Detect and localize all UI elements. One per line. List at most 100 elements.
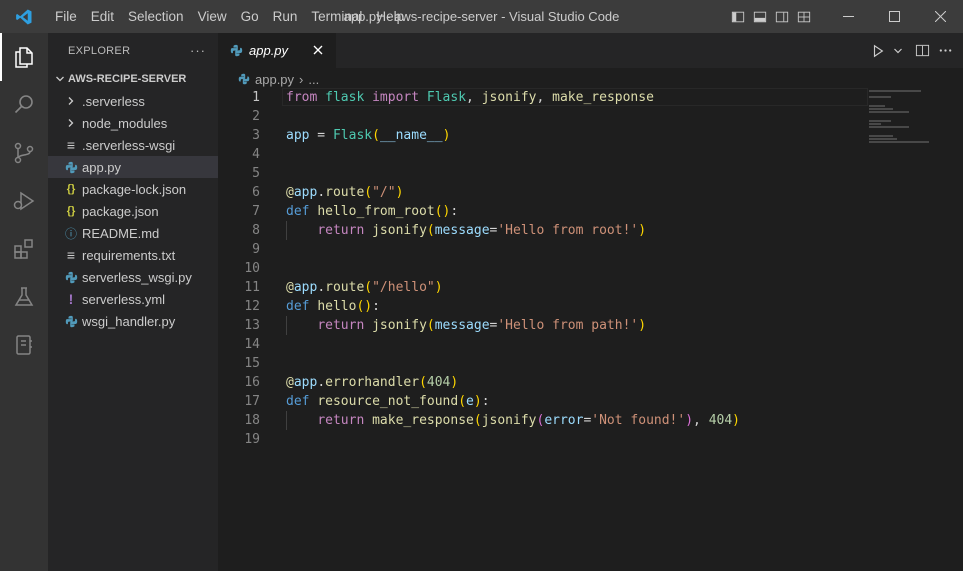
python-icon xyxy=(230,44,243,57)
line-number: 7 xyxy=(252,204,260,219)
file-tree-item[interactable]: ! serverless.yml xyxy=(48,288,218,310)
file-tree-item[interactable]: .serverless xyxy=(48,90,218,112)
file-tree: .serverless node_modules ≡ .serverless-wsgi… xyxy=(48,90,218,332)
file-tree-item[interactable]: ≡ requirements.txt xyxy=(48,244,218,266)
toggle-sidebar-icon[interactable] xyxy=(727,0,749,33)
chevron-down-icon xyxy=(52,74,68,84)
run-dropdown-chevron-icon[interactable] xyxy=(893,46,903,56)
line-number: 11 xyxy=(244,280,260,295)
file-tree-item-label: wsgi_handler.py xyxy=(82,313,176,329)
line-number: 9 xyxy=(252,242,260,257)
line-number: 2 xyxy=(252,109,260,124)
minimap[interactable] xyxy=(869,90,933,170)
code-line: from flask import Flask, jsonify, make_r… xyxy=(286,90,654,105)
code-line: def hello(): xyxy=(286,299,380,314)
menu-terminal[interactable]: Terminal xyxy=(304,0,369,33)
line-number: 3 xyxy=(252,128,260,143)
menu-selection[interactable]: Selection xyxy=(121,0,191,33)
customize-layout-icon[interactable] xyxy=(793,0,815,33)
json-icon: {} xyxy=(66,183,76,195)
file-tree-item-label: requirements.txt xyxy=(82,247,176,263)
line-number: 17 xyxy=(244,394,260,409)
menu-help[interactable]: Help xyxy=(369,0,411,33)
split-editor-icon[interactable] xyxy=(915,43,930,58)
close-tab-icon[interactable] xyxy=(310,42,326,63)
remote-explorer-icon[interactable] xyxy=(0,321,48,369)
file-tree-item[interactable]: {} package.json xyxy=(48,200,218,222)
workspace-section-header[interactable]: AWS-RECIPE-SERVER xyxy=(48,68,218,90)
line-number: 15 xyxy=(244,356,260,371)
code-line: return jsonify(message='Hello from root!… xyxy=(317,223,647,238)
file-tree-item-label: README.md xyxy=(82,225,160,241)
more-actions-icon[interactable]: ··· xyxy=(190,43,206,58)
line-number: 4 xyxy=(252,147,260,162)
file-tree-item-label: package.json xyxy=(82,203,159,219)
code-line: return make_response(jsonify(error='Not … xyxy=(317,413,740,428)
json-icon: {} xyxy=(66,205,76,217)
exclamation-icon: ! xyxy=(68,291,74,307)
testing-flask-icon[interactable] xyxy=(0,273,48,321)
code-line: def resource_not_found(e): xyxy=(286,394,490,409)
lines-icon: ≡ xyxy=(66,247,76,263)
line-number: 16 xyxy=(244,375,260,390)
editor-group: app.py app.py › ... 1 from flask import … xyxy=(218,33,963,571)
file-tree-item-label: .serverless-wsgi xyxy=(82,137,176,153)
file-tree-item[interactable]: node_modules xyxy=(48,112,218,134)
source-control-icon[interactable] xyxy=(0,129,48,177)
extensions-icon[interactable] xyxy=(0,225,48,273)
menu-view[interactable]: View xyxy=(191,0,234,33)
code-line: @app.route("/hello") xyxy=(286,280,443,295)
file-tree-item[interactable]: ⓘ README.md xyxy=(48,222,218,244)
sidebar-title: EXPLORER xyxy=(68,44,131,57)
file-tree-item[interactable]: serverless_wsgi.py xyxy=(48,266,218,288)
python-icon xyxy=(62,271,80,284)
editor-more-actions-icon[interactable] xyxy=(938,43,953,58)
line-number: 5 xyxy=(252,166,260,181)
search-icon[interactable] xyxy=(0,81,48,129)
breadcrumb-file[interactable]: app.py xyxy=(255,72,294,87)
code-line: app = Flask(__name__) xyxy=(286,128,451,143)
line-number: 18 xyxy=(244,413,260,428)
line-number: 13 xyxy=(244,318,260,333)
tab-app-py[interactable]: app.py xyxy=(218,33,336,68)
line-number: 1 xyxy=(252,90,260,105)
menu-bar: File Edit Selection View Go Run Terminal… xyxy=(48,0,411,33)
python-icon xyxy=(62,315,80,328)
title-bar: File Edit Selection View Go Run Terminal… xyxy=(0,0,963,33)
python-icon xyxy=(62,161,80,174)
chevron-right-icon xyxy=(62,96,80,106)
breadcrumb-symbols[interactable]: ... xyxy=(308,72,319,87)
explorer-icon[interactable] xyxy=(0,33,48,81)
breadcrumb-python-icon xyxy=(238,73,250,85)
menu-go[interactable]: Go xyxy=(234,0,266,33)
breadcrumb: app.py › ... xyxy=(218,68,963,90)
line-number: 6 xyxy=(252,185,260,200)
run-file-icon[interactable] xyxy=(871,44,885,58)
line-number: 14 xyxy=(244,337,260,352)
close-window-button[interactable] xyxy=(917,0,963,33)
file-tree-item-label: package-lock.json xyxy=(82,181,187,197)
activity-bar xyxy=(0,33,48,571)
file-tree-item-label: .serverless xyxy=(82,93,145,109)
minimize-button[interactable] xyxy=(825,0,871,33)
run-debug-icon[interactable] xyxy=(0,177,48,225)
file-tree-item[interactable]: app.py xyxy=(48,156,218,178)
code-editor[interactable]: 1 from flask import Flask, jsonify, make_… xyxy=(218,88,963,449)
toggle-secondary-sidebar-icon[interactable] xyxy=(771,0,793,33)
line-number: 10 xyxy=(244,261,260,276)
file-tree-item[interactable]: {} package-lock.json xyxy=(48,178,218,200)
maximize-button[interactable] xyxy=(871,0,917,33)
menu-run[interactable]: Run xyxy=(266,0,305,33)
menu-file[interactable]: File xyxy=(48,0,84,33)
explorer-sidebar: EXPLORER ··· AWS-RECIPE-SERVER .serverle… xyxy=(48,33,218,571)
menu-edit[interactable]: Edit xyxy=(84,0,121,33)
file-tree-item[interactable]: ≡ .serverless-wsgi xyxy=(48,134,218,156)
tab-label: app.py xyxy=(249,43,289,58)
chevron-right-icon xyxy=(62,118,80,128)
vertical-scrollbar[interactable] xyxy=(949,90,963,571)
code-line: @app.errorhandler(404) xyxy=(286,375,459,390)
toggle-panel-icon[interactable] xyxy=(749,0,771,33)
file-tree-item[interactable]: wsgi_handler.py xyxy=(48,310,218,332)
file-tree-item-label: app.py xyxy=(82,159,122,175)
info-icon: ⓘ xyxy=(64,226,77,241)
